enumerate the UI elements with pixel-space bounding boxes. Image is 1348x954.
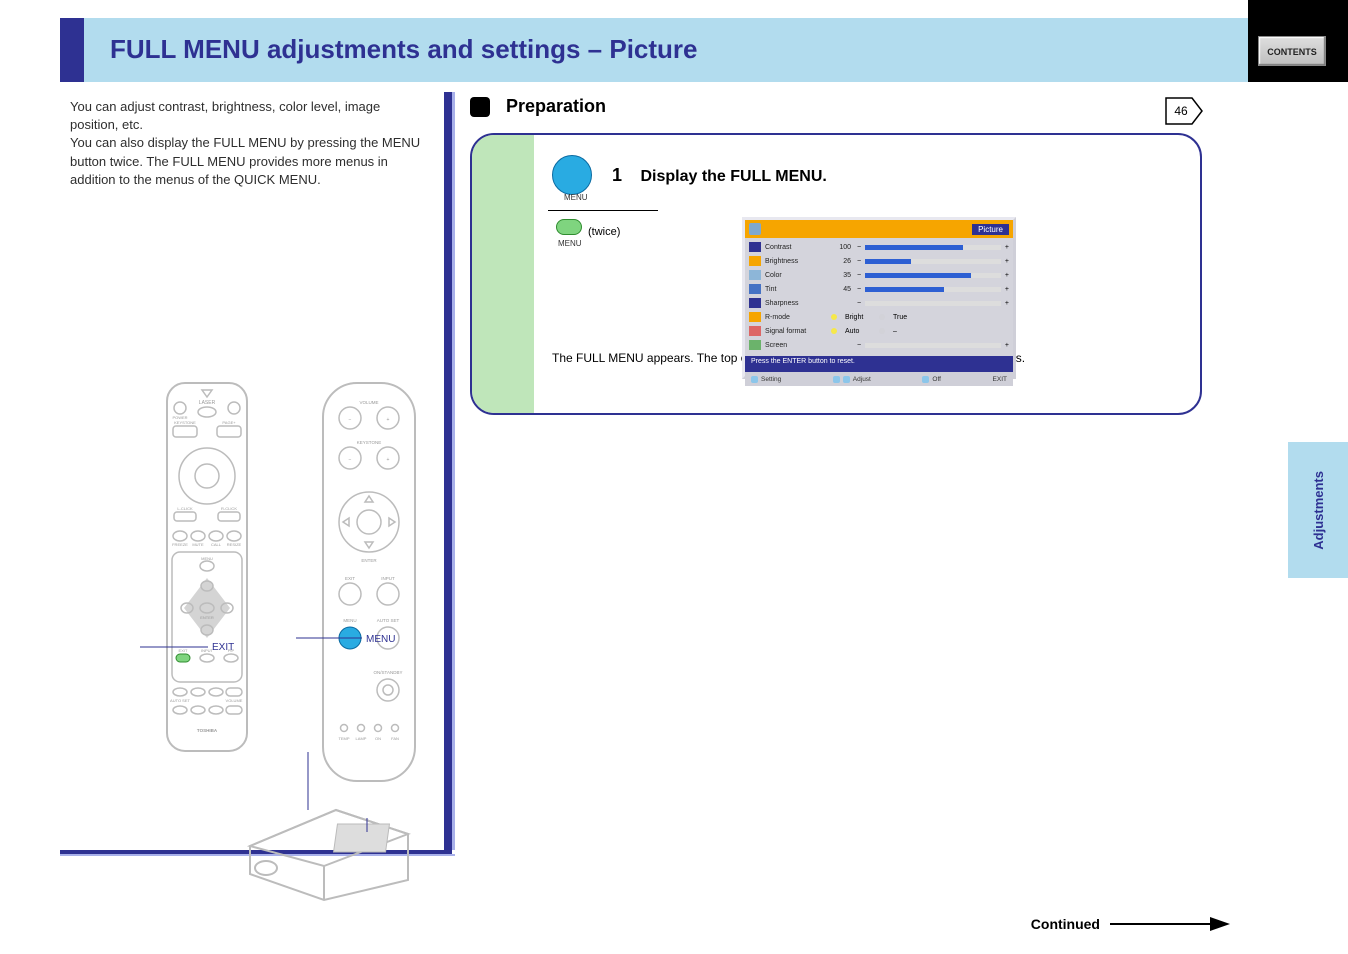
- osd-tab-icon: [749, 223, 761, 235]
- menu-button-blue: [339, 627, 361, 649]
- osd-row: Tint45−+: [749, 282, 1009, 296]
- osd-bottom-off: Off: [932, 376, 941, 383]
- osd-row-label: Color: [765, 272, 827, 279]
- osd-message: Press the ENTER button to reset.: [745, 356, 1013, 372]
- osd-row-label: Screen: [765, 342, 827, 349]
- page-number: 46: [1174, 104, 1188, 118]
- svg-text:INPUT: INPUT: [201, 648, 214, 653]
- svg-text:ON/STANDBY: ON/STANDBY: [374, 670, 403, 675]
- screen-icon: [749, 340, 761, 350]
- svg-text:KEYSTONE: KEYSTONE: [174, 420, 196, 425]
- side-tab-adjustments: Adjustments: [1288, 442, 1348, 578]
- svg-text:FAN: FAN: [391, 736, 399, 741]
- signal-icon: [749, 326, 761, 336]
- svg-text:MENU: MENU: [201, 556, 213, 561]
- remote-control-2: VOLUME − + KEYSTONE − + ENTER EXIT INPUT…: [322, 382, 416, 782]
- svg-text:AUTO SET: AUTO SET: [377, 618, 400, 623]
- contents-button[interactable]: CONTENTS: [1258, 36, 1326, 66]
- osd-title: Picture: [972, 224, 1009, 235]
- svg-text:ENTER: ENTER: [361, 558, 377, 563]
- svg-text:EXIT: EXIT: [179, 648, 188, 653]
- osd-row-label: R-mode: [765, 314, 827, 321]
- svg-text:+: +: [387, 457, 390, 463]
- brand-label: TOSHIBA: [197, 728, 218, 733]
- svg-text:CALL: CALL: [211, 542, 222, 547]
- osd-row: R-modeBrightTrue: [749, 310, 1009, 324]
- sharpness-icon: [749, 298, 761, 308]
- color-icon: [749, 270, 761, 280]
- svg-text:EXIT: EXIT: [345, 576, 355, 581]
- osd-row-label: Sharpness: [765, 300, 827, 307]
- projector-illustration: [244, 806, 414, 902]
- brightness-icon: [749, 256, 761, 266]
- svg-text:R-CLICK: R-CLICK: [221, 506, 237, 511]
- osd-bottom-setting: Setting: [761, 376, 781, 383]
- remote-control-1: LASER POWER KEYSTONE PAGE+ L-CLICK R-CLI…: [166, 382, 248, 752]
- laser-label: LASER: [199, 400, 216, 406]
- intro-text: You can adjust contrast, brightness, col…: [60, 92, 440, 195]
- svg-text:KEYSTONE: KEYSTONE: [357, 440, 381, 445]
- osd-row: Signal formatAuto–: [749, 324, 1009, 338]
- preparation-heading: Preparation: [506, 96, 606, 117]
- osd-row-label: Tint: [765, 286, 827, 293]
- tint-icon: [749, 284, 761, 294]
- svg-text:INPUT: INPUT: [381, 576, 395, 581]
- svg-text:ON: ON: [375, 736, 381, 741]
- vertical-divider: [444, 92, 452, 850]
- osd-row-label: Brightness: [765, 258, 827, 265]
- osd-row: Screen−+: [749, 338, 1009, 352]
- twice-note: (twice): [588, 226, 620, 238]
- svg-text:FREEZE: FREEZE: [172, 542, 188, 547]
- osd-row-value: 45: [831, 286, 853, 293]
- continued-label: Continued: [1031, 916, 1100, 932]
- svg-text:PIP: PIP: [228, 648, 235, 653]
- contrast-icon: [749, 242, 761, 252]
- svg-text:MENU: MENU: [343, 618, 356, 623]
- osd-row-label: Signal format: [765, 328, 827, 335]
- osd-row: Color35−+: [749, 268, 1009, 282]
- osd-row-value: 35: [831, 272, 853, 279]
- menu-circle-icon: [552, 155, 592, 195]
- osd-row-value: 26: [831, 258, 853, 265]
- svg-text:L-CLICK: L-CLICK: [177, 506, 193, 511]
- menu-small-icon: [556, 219, 582, 235]
- svg-text:VOLUME: VOLUME: [359, 400, 378, 405]
- rmode_bright-icon: [749, 312, 761, 322]
- svg-text:−: −: [349, 417, 352, 423]
- preparation-box: 1 Display the FULL MENU. MENU (twice) ME…: [470, 133, 1202, 415]
- osd-row-label: Contrast: [765, 244, 827, 251]
- vertical-divider-inner: [452, 92, 455, 850]
- page-title: FULL MENU adjustments and settings – Pic…: [110, 34, 698, 65]
- osd-row: Contrast100−+: [749, 240, 1009, 254]
- svg-text:VOLUME: VOLUME: [226, 698, 243, 703]
- side-tab-label: Adjustments: [1311, 471, 1326, 550]
- osd-preview: Picture Contrast100−+Brightness26−+Color…: [742, 217, 1016, 379]
- svg-text:LAMP: LAMP: [356, 736, 367, 741]
- svg-text:ENTER: ENTER: [200, 615, 214, 620]
- step-instruction: Display the FULL MENU.: [640, 168, 826, 185]
- osd-bottom-adjust: Adjust: [853, 376, 871, 383]
- svg-text:AUTO SET: AUTO SET: [170, 698, 190, 703]
- preparation-bullet-icon: [470, 97, 490, 117]
- svg-text:TEMP: TEMP: [338, 736, 349, 741]
- osd-row: Brightness26−+: [749, 254, 1009, 268]
- svg-text:+: +: [387, 417, 390, 423]
- svg-text:−: −: [349, 457, 352, 463]
- menu-circle-label: MENU: [564, 193, 1180, 202]
- svg-text:PAGE+: PAGE+: [222, 420, 236, 425]
- osd-row: Sharpness−+: [749, 296, 1009, 310]
- osd-row-value: 100: [831, 244, 853, 251]
- step-number: 1: [612, 165, 622, 185]
- svg-text:RESIZE: RESIZE: [227, 542, 242, 547]
- svg-text:MUTE: MUTE: [192, 542, 204, 547]
- page-tag-icon: 46: [1164, 96, 1204, 126]
- continued-indicator: Continued: [1031, 914, 1230, 934]
- osd-bottom-exit: EXIT: [993, 376, 1007, 383]
- exit-button-green: [176, 654, 190, 662]
